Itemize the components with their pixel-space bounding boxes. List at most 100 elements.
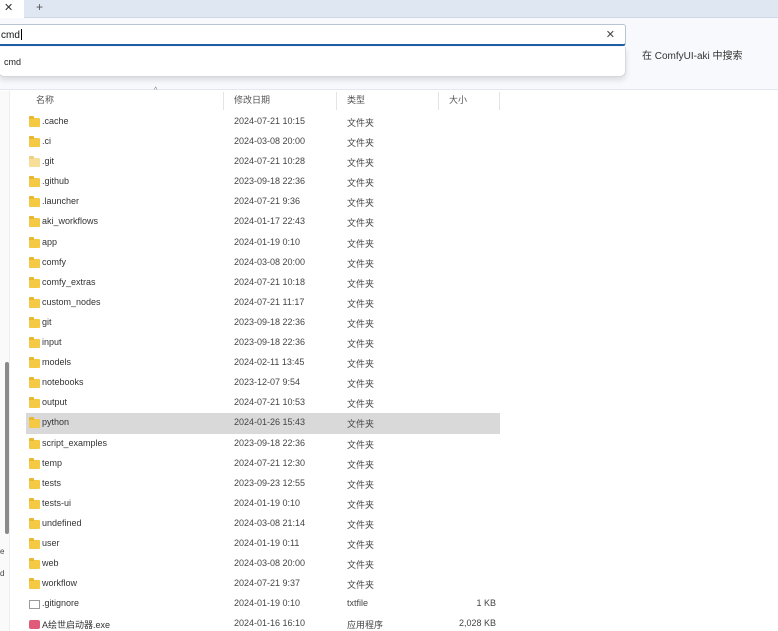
address-input[interactable]: cmd	[1, 29, 22, 41]
file-name: output	[42, 397, 68, 408]
folder-icon	[29, 457, 40, 469]
file-row[interactable]: aki_workflows 2024-01-17 22:43 文件夹	[26, 212, 500, 232]
folder-icon	[29, 216, 40, 228]
file-name: input	[42, 337, 62, 348]
file-name: git	[42, 316, 52, 327]
file-row[interactable]: custom_nodes 2024-07-21 11:17 文件夹	[26, 293, 500, 313]
tab-bar: ✕ +	[0, 0, 778, 18]
modified-date: 2024-01-17 22:43	[234, 216, 306, 227]
modified-date: 2024-01-26 15:43	[234, 417, 306, 428]
folder-icon	[29, 558, 40, 570]
folder-icon	[29, 477, 40, 489]
file-row[interactable]: output 2024-07-21 10:53 文件夹	[26, 393, 500, 413]
file-type: 文件夹	[347, 339, 375, 350]
file-type: 文件夹	[347, 138, 375, 149]
modified-date: 2024-07-21 11:17	[234, 296, 305, 307]
file-type: 文件夹	[347, 298, 375, 309]
file-row[interactable]: A绘世启动器.exe 2024-01-16 16:10 应用程序 2,028 KB	[26, 614, 500, 631]
file-row[interactable]: app 2024-01-19 0:10 文件夹	[26, 233, 500, 253]
file-row[interactable]: script_examples 2023-09-18 22:36 文件夹	[26, 434, 500, 454]
file-row[interactable]: tests-ui 2024-01-19 0:10 文件夹	[26, 494, 500, 514]
file-type: 文件夹	[347, 359, 375, 370]
search-box[interactable]: 在 ComfyUI-aki 中搜索	[636, 42, 778, 64]
file-row[interactable]: .git 2024-07-21 10:28 文件夹	[26, 152, 500, 172]
address-bar[interactable]: cmd ✕	[0, 24, 626, 46]
file-row[interactable]: workflow 2024-07-21 9:37 文件夹	[26, 574, 500, 594]
file-type: 文件夹	[347, 178, 375, 189]
file-row[interactable]: python 2024-01-26 15:43 文件夹	[26, 413, 500, 434]
column-type[interactable]: 类型	[337, 92, 439, 110]
folder-icon	[29, 417, 40, 429]
file-name: .git	[42, 156, 55, 167]
file-row[interactable]: .gitignore 2024-01-19 0:10 txtfile 1 KB	[26, 594, 500, 614]
file-row[interactable]: comfy 2024-03-08 20:00 文件夹	[26, 253, 500, 273]
file-type: 文件夹	[347, 158, 375, 169]
file-name: comfy_extras	[42, 276, 96, 287]
file-row[interactable]: git 2023-09-18 22:36 文件夹	[26, 313, 500, 333]
file-type: 文件夹	[347, 539, 375, 550]
file-name: .cache	[42, 116, 69, 126]
file-type: 文件夹	[347, 318, 375, 329]
file-row[interactable]: web 2024-03-08 20:00 文件夹	[26, 554, 500, 574]
file-type: 文件夹	[347, 580, 375, 591]
file-type: 文件夹	[347, 560, 375, 571]
clear-address-icon[interactable]: ✕	[606, 28, 615, 41]
close-tab-icon[interactable]: ✕	[4, 1, 13, 14]
file-type: 文件夹	[347, 399, 375, 410]
file-row[interactable]: notebooks 2023-12-07 9:54 文件夹	[26, 373, 500, 393]
folder-icon	[29, 316, 40, 328]
modified-date: 2024-01-19 0:11	[234, 537, 300, 548]
modified-date: 2024-01-16 16:10	[234, 618, 306, 629]
nav-item-fragment[interactable]: d	[0, 569, 4, 578]
file-size: 1 KB	[476, 598, 496, 609]
file-row[interactable]: tests 2023-09-23 12:55 文件夹	[26, 474, 500, 494]
modified-date: 2023-09-18 22:36	[234, 337, 306, 348]
file-name: notebooks	[42, 377, 84, 388]
file-row[interactable]: input 2023-09-18 22:36 文件夹	[26, 333, 500, 353]
file-name: script_examples	[42, 437, 108, 448]
file-type: 文件夹	[347, 459, 375, 470]
folder-icon	[29, 276, 40, 288]
modified-date: 2023-09-18 22:36	[234, 316, 306, 327]
folder-icon	[29, 176, 40, 188]
file-type: txtfile	[347, 598, 369, 609]
file-type: 文件夹	[347, 519, 375, 530]
file-row[interactable]: .github 2023-09-18 22:36 文件夹	[26, 172, 500, 192]
file-name: undefined	[42, 517, 82, 528]
file-row[interactable]: .launcher 2024-07-21 9:36 文件夹	[26, 192, 500, 212]
file-type: 文件夹	[347, 278, 375, 289]
file-row[interactable]: undefined 2024-03-08 21:14 文件夹	[26, 514, 500, 534]
file-type: 文件夹	[347, 499, 375, 510]
modified-date: 2024-01-19 0:10	[234, 236, 301, 247]
file-row[interactable]: .cache 2024-07-21 10:15 文件夹	[26, 112, 500, 132]
active-tab[interactable]: ✕	[0, 0, 24, 18]
folder-icon	[29, 136, 40, 148]
suggestion-item[interactable]: cmd	[4, 57, 21, 67]
file-row[interactable]: user 2024-01-19 0:11 文件夹	[26, 534, 500, 554]
modified-date: 2024-01-19 0:10	[234, 497, 301, 508]
address-suggestions: cmd	[0, 47, 626, 77]
file-name: A绘世启动器.exe	[42, 620, 111, 631]
file-name: user	[42, 537, 60, 548]
file-name: workflow	[42, 578, 78, 589]
file-row[interactable]: .ci 2024-03-08 20:00 文件夹	[26, 132, 500, 152]
modified-date: 2024-03-08 21:14	[234, 517, 306, 528]
file-name: comfy	[42, 256, 67, 267]
column-size[interactable]: 大小	[439, 92, 500, 110]
modified-date: 2024-03-08 20:00	[234, 558, 306, 569]
column-date[interactable]: 修改日期	[224, 92, 337, 110]
folder-icon	[29, 578, 40, 590]
scrollbar[interactable]	[5, 362, 9, 534]
file-type: 文件夹	[347, 419, 375, 430]
folder-icon	[29, 437, 40, 449]
modified-date: 2024-07-21 10:28	[234, 156, 306, 167]
folder-icon	[29, 236, 40, 248]
file-row[interactable]: comfy_extras 2024-07-21 10:18 文件夹	[26, 273, 500, 293]
nav-item-fragment[interactable]: e	[0, 547, 4, 556]
column-name[interactable]: 名称	[26, 92, 224, 110]
file-row[interactable]: temp 2024-07-21 12:30 文件夹	[26, 454, 500, 474]
file-row[interactable]: models 2024-02-11 13:45 文件夹	[26, 353, 500, 373]
new-tab-icon[interactable]: +	[36, 0, 43, 14]
file-size: 2,028 KB	[458, 618, 496, 629]
folder-icon	[29, 337, 40, 349]
